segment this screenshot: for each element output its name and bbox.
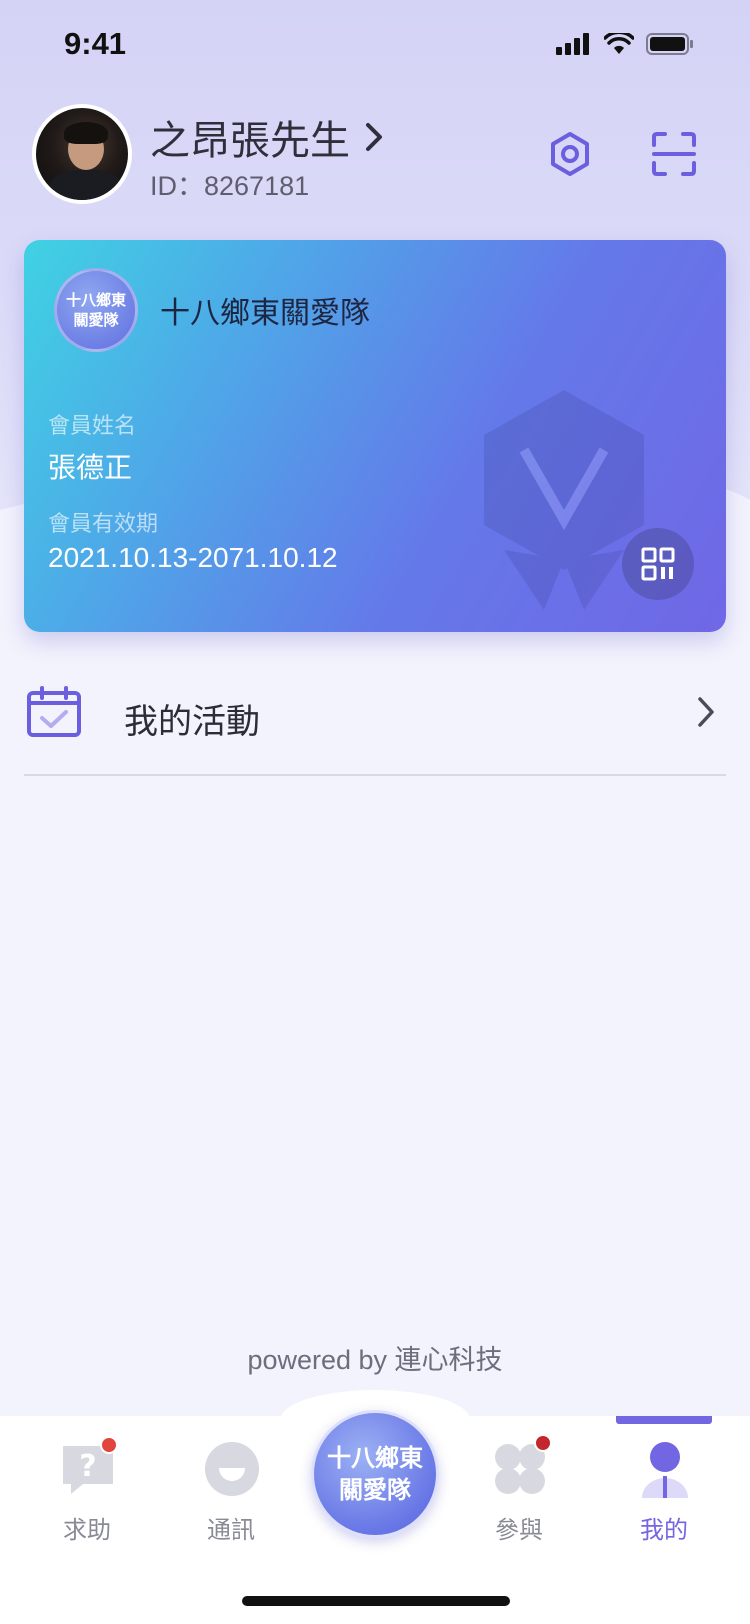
validity-value: 2021.10.13-2071.10.12 xyxy=(48,542,338,573)
wifi-icon xyxy=(604,33,634,54)
avatar-body xyxy=(50,170,122,200)
cellular-signal-icon xyxy=(556,33,589,55)
profile-header: 之昂張先生 ID：8267181 xyxy=(32,104,722,204)
scan-icon xyxy=(652,132,696,176)
org-logo-line1: 十八鄉東 xyxy=(65,291,126,309)
center-home-button[interactable]: 十八鄉東 關愛隊 xyxy=(311,1410,439,1538)
chevron-right-icon xyxy=(698,697,714,727)
tab-participate[interactable]: 參與 xyxy=(464,1434,574,1550)
profile-name-link[interactable]: 之昂張先生 xyxy=(150,108,384,166)
tab-label: 參與 xyxy=(495,1516,543,1544)
tab-me[interactable]: 我的 xyxy=(609,1440,719,1550)
svg-text:?: ? xyxy=(79,1449,96,1484)
menu-item-label: 我的活動 xyxy=(124,702,260,742)
center-logo-line1: 十八鄉東 xyxy=(327,1444,423,1472)
org-name: 十八鄉東關愛隊 xyxy=(160,296,370,331)
active-tab-indicator xyxy=(616,1416,712,1424)
tab-label: 我的 xyxy=(640,1516,688,1544)
org-logo-line2: 關愛隊 xyxy=(73,311,119,329)
tab-contacts[interactable]: 通訊 xyxy=(176,1440,286,1550)
tab-label: 求助 xyxy=(63,1516,111,1544)
avatar-hair xyxy=(64,122,108,144)
contact-icon xyxy=(205,1442,259,1496)
notification-badge xyxy=(534,1434,552,1452)
avatar[interactable] xyxy=(32,104,132,204)
home-indicator xyxy=(242,1596,510,1606)
center-logo-line2: 關愛隊 xyxy=(339,1476,411,1504)
powered-by-text: powered by 連心科技 xyxy=(247,1345,503,1375)
badge-watermark-icon xyxy=(484,390,644,610)
member-name: 張德正 xyxy=(48,451,133,484)
status-bar: 9:41 xyxy=(0,0,750,90)
settings-button[interactable] xyxy=(540,124,600,184)
membership-card[interactable]: 十八鄉東 關愛隊 十八鄉東關愛隊 會員姓名 張德正 會員有效期 2021.10.… xyxy=(24,240,726,632)
member-name-label: 會員姓名 xyxy=(48,414,137,439)
validity-label: 會員有效期 xyxy=(48,512,159,537)
tab-label: 通訊 xyxy=(207,1516,255,1544)
person-icon xyxy=(642,1442,688,1498)
qr-code-button[interactable] xyxy=(622,528,694,600)
chevron-right-icon xyxy=(366,123,382,151)
org-logo: 十八鄉東 關愛隊 xyxy=(54,268,138,352)
qr-code-icon xyxy=(641,547,675,581)
scan-button[interactable] xyxy=(644,124,704,184)
menu-item-my-activities[interactable]: 我的活動 xyxy=(24,650,726,776)
calendar-check-icon xyxy=(27,686,81,737)
profile-id: ID：8267181 xyxy=(150,171,310,201)
tab-help[interactable]: ? 求助 xyxy=(32,1436,142,1550)
status-time: 9:41 xyxy=(64,26,127,61)
profile-name: 之昂張先生 xyxy=(150,118,350,164)
gear-icon xyxy=(551,132,589,176)
notification-badge xyxy=(100,1436,118,1454)
status-icons xyxy=(556,32,694,56)
battery-icon xyxy=(646,33,693,55)
